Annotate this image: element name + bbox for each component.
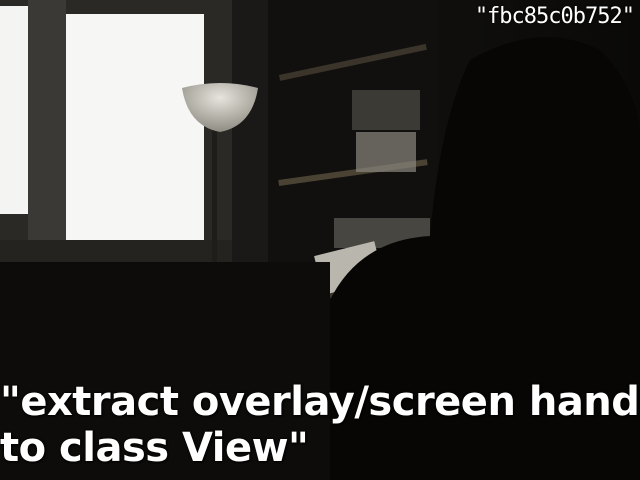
video-frame: "fbc85c0b752" "extract overlay/screen ha…	[0, 0, 640, 480]
window-pane-left	[0, 6, 28, 214]
window-pane-right	[66, 14, 204, 242]
books-row-2	[356, 132, 416, 172]
books-row-1	[352, 90, 420, 130]
window-mullion	[28, 0, 66, 240]
commit-message-line-2: to class View"	[0, 425, 309, 471]
commit-hash-label: "fbc85c0b752"	[474, 4, 635, 29]
commit-message-line-1: "extract overlay/screen handling	[0, 379, 640, 425]
window-sill	[0, 240, 236, 262]
